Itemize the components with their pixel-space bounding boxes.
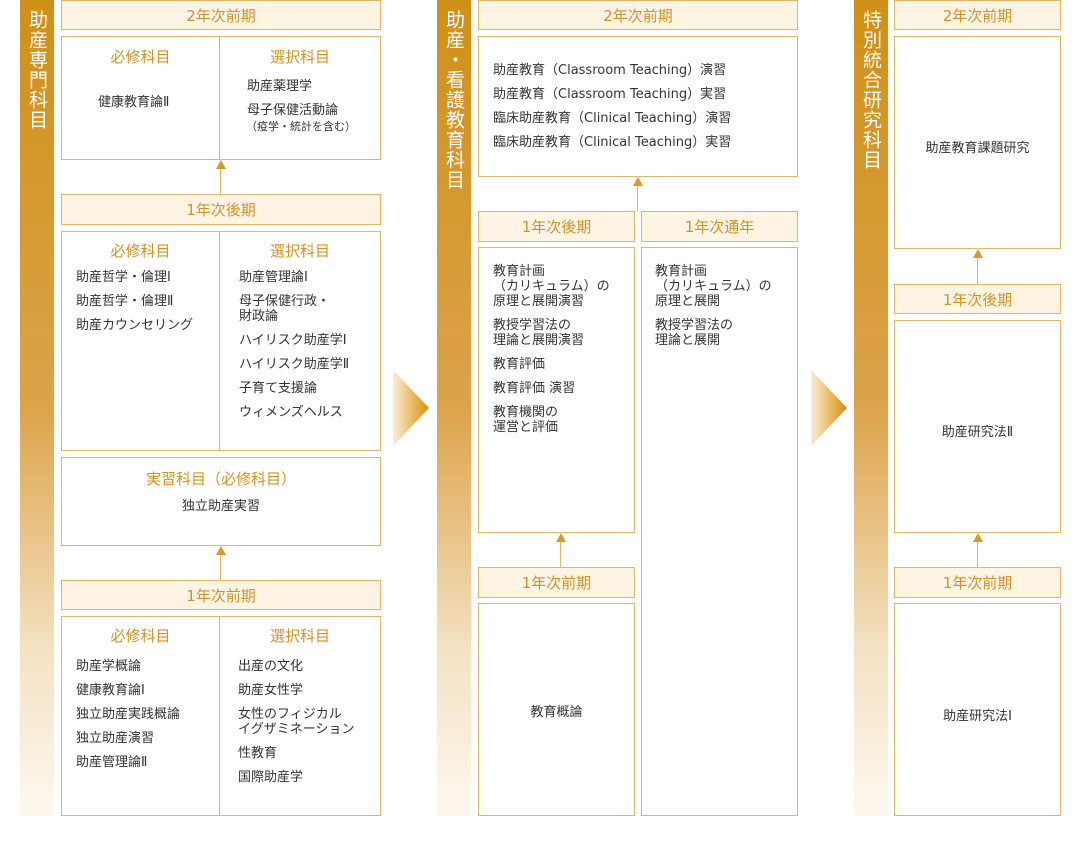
- y1-full-list: 教育計画 （カリキュラム）の 原理と展開 教授学習法の 理論と展開: [655, 264, 795, 357]
- elective-item: 女性のフィジカル イグザミネーション: [238, 707, 355, 737]
- required-item: 健康教育論Ⅰ: [76, 683, 145, 698]
- course-item: 臨床助産教育（Clinical Teaching）実習: [493, 135, 732, 150]
- up-arrow-icon: [216, 160, 226, 169]
- col3-y1-late-box: 助産研究法Ⅱ: [894, 320, 1061, 533]
- col3-y2-first-header: 2年次前期: [894, 0, 1061, 30]
- elective-title: 選択科目: [269, 242, 330, 260]
- required-title: 必修科目: [110, 242, 171, 260]
- col2-title: 助産・看護教育科目: [443, 10, 465, 190]
- course-item: 教育計画 （カリキュラム）の 原理と展開演習: [493, 264, 610, 309]
- col2-y1-early-box: 教育概論: [478, 603, 635, 816]
- practice-item: 独立助産実習: [181, 499, 260, 514]
- elective-item: 出産の文化: [238, 659, 304, 674]
- col2-y1-early-header: 1年次前期: [478, 567, 635, 598]
- course-item: 教育計画 （カリキュラム）の 原理と展開: [655, 264, 772, 309]
- elective-item: 国際助産学: [238, 770, 304, 785]
- elective-item: 助産薬理学: [247, 79, 313, 94]
- course-item: 教育機関の 運営と評価: [493, 405, 559, 435]
- up-arrow-icon: [633, 177, 643, 186]
- elective-title: 選択科目: [269, 627, 330, 645]
- col3-side-bar: 特別統合研究科目: [854, 0, 888, 816]
- elective-item: ウィメンズヘルス: [239, 405, 343, 420]
- required-title: 必修科目: [110, 48, 171, 66]
- course-item: 教育評価 演習: [493, 381, 576, 396]
- connector-line: [977, 539, 978, 567]
- connector-line: [637, 183, 638, 211]
- required-item: 助産哲学・倫理Ⅱ: [76, 294, 174, 309]
- col2-y2-first-header: 2年次前期: [478, 0, 798, 30]
- required-item: 助産カウンセリング: [76, 318, 194, 333]
- divider: [219, 232, 220, 450]
- col1-y2-first-box: 必修科目 健康教育論Ⅱ 選択科目 助産薬理学 母子保健活動論 （疫学・統計を含む…: [61, 36, 381, 160]
- elective-item: 母子保健活動論: [247, 103, 339, 118]
- elective-item: ハイリスク助産学Ⅱ: [239, 357, 350, 372]
- up-arrow-icon: [973, 249, 983, 258]
- col3-y1-late-header: 1年次後期: [894, 284, 1061, 314]
- course-item: 助産研究法Ⅱ: [941, 425, 1014, 440]
- course-item: 教授学習法の 理論と展開: [655, 318, 734, 348]
- elective-item: 子育て支援論: [239, 381, 318, 396]
- course-item: 教育評価: [493, 357, 546, 372]
- required-item: 助産哲学・倫理Ⅰ: [76, 270, 171, 285]
- required-item: 助産管理論Ⅱ: [76, 755, 148, 770]
- required-item: 健康教育論Ⅱ: [98, 95, 170, 110]
- required-item: 独立助産演習: [76, 731, 155, 746]
- col3-y1-early-box: 助産研究法Ⅰ: [894, 603, 1061, 816]
- col1-side-bar: 助産専門科目: [20, 0, 54, 816]
- connector-line: [220, 166, 221, 194]
- col3-y1-early-header: 1年次前期: [894, 567, 1061, 598]
- required-title: 必修科目: [110, 627, 171, 645]
- elective-note: （疫学・統計を含む）: [246, 120, 356, 133]
- course-item: 助産教育（Classroom Teaching）演習: [493, 63, 727, 78]
- course-item: 助産教育（Classroom Teaching）実習: [493, 87, 727, 102]
- col2-y2-first-box: 助産教育（Classroom Teaching）演習 助産教育（Classroo…: [478, 36, 798, 177]
- col1-practice-box: 実習科目（必修科目） 独立助産実習: [61, 457, 381, 546]
- course-item: 助産研究法Ⅰ: [943, 709, 1012, 724]
- col2-y1-late-box: 教育計画 （カリキュラム）の 原理と展開演習 教授学習法の 理論と展開演習 教育…: [478, 247, 635, 533]
- course-item: 教授学習法の 理論と展開演習: [493, 318, 585, 348]
- next-column-arrow-icon: [393, 370, 429, 446]
- col2-y1-full-box: 教育計画 （カリキュラム）の 原理と展開 教授学習法の 理論と展開: [641, 247, 798, 816]
- col1-y2-first-header: 2年次前期: [61, 0, 381, 30]
- connector-line: [977, 255, 978, 284]
- elective-item: 母子保健行政・ 財政論: [239, 294, 331, 324]
- col1-title: 助産専門科目: [26, 10, 48, 130]
- elective-item: 助産女性学: [238, 683, 304, 698]
- elective-list: 助産管理論Ⅰ 母子保健行政・ 財政論 ハイリスク助産学Ⅰ ハイリスク助産学Ⅱ 子…: [239, 270, 379, 429]
- up-arrow-icon: [973, 533, 983, 542]
- required-list: 助産学概論 健康教育論Ⅰ 独立助産実践概論 独立助産演習 助産管理論Ⅱ: [76, 659, 216, 779]
- elective-item: ハイリスク助産学Ⅰ: [239, 333, 347, 348]
- elective-item: 性教育: [238, 746, 278, 761]
- connector-line: [560, 539, 561, 567]
- y2-item-list: 助産教育（Classroom Teaching）演習 助産教育（Classroo…: [493, 63, 793, 159]
- elective-list: 出産の文化 助産女性学 女性のフィジカル イグザミネーション 性教育 国際助産学: [238, 659, 380, 794]
- y1-late-list: 教育計画 （カリキュラム）の 原理と展開演習 教授学習法の 理論と展開演習 教育…: [493, 264, 633, 444]
- course-item: 助産教育課題研究: [925, 141, 1030, 156]
- course-item: 教育概論: [530, 705, 583, 720]
- col2-side-bar: 助産・看護教育科目: [437, 0, 471, 816]
- required-item: 独立助産実践概論: [76, 707, 181, 722]
- up-arrow-icon: [216, 546, 226, 555]
- col1-y1-late-box: 必修科目 助産哲学・倫理Ⅰ 助産哲学・倫理Ⅱ 助産カウンセリング 選択科目 助産…: [61, 231, 381, 451]
- elective-title: 選択科目: [269, 48, 330, 66]
- required-list: 助産哲学・倫理Ⅰ 助産哲学・倫理Ⅱ 助産カウンセリング: [76, 270, 216, 342]
- required-item: 助産学概論: [76, 659, 142, 674]
- course-item: 臨床助産教育（Clinical Teaching）演習: [493, 111, 732, 126]
- col1-y1-early-box: 必修科目 助産学概論 健康教育論Ⅰ 独立助産実践概論 独立助産演習 助産管理論Ⅱ…: [61, 616, 381, 816]
- col2-y1-late-header: 1年次後期: [478, 211, 635, 242]
- up-arrow-icon: [556, 533, 566, 542]
- col3-title: 特別統合研究科目: [860, 10, 882, 170]
- elective-item: 助産管理論Ⅰ: [239, 270, 308, 285]
- next-column-arrow-icon: [811, 370, 847, 446]
- divider: [219, 617, 220, 815]
- col1-y1-early-header: 1年次前期: [61, 580, 381, 610]
- col2-y1-full-header: 1年次通年: [641, 211, 798, 242]
- connector-line: [220, 552, 221, 580]
- col1-y1-late-header: 1年次後期: [61, 194, 381, 225]
- practice-title: 実習科目（必修科目）: [145, 470, 296, 488]
- col3-y2-first-box: 助産教育課題研究: [894, 36, 1061, 249]
